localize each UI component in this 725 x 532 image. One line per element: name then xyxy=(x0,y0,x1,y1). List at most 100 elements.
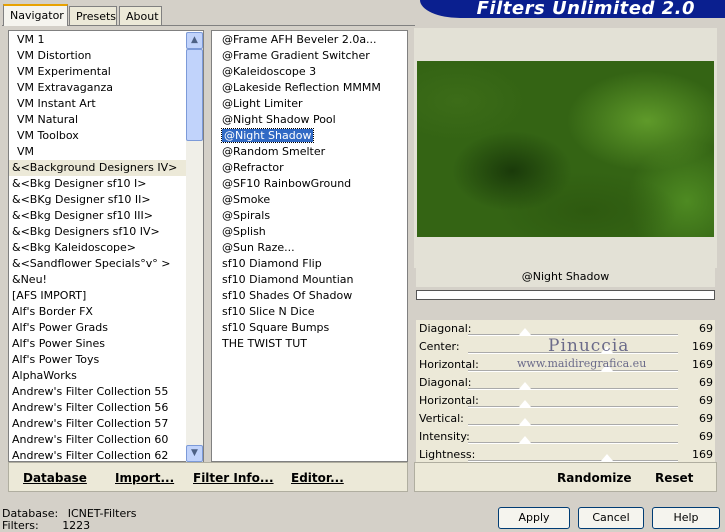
filter-item[interactable]: @Random Smelter xyxy=(220,144,407,160)
slider-thumb[interactable] xyxy=(518,382,531,389)
filter-item[interactable]: @Sun Raze... xyxy=(220,240,407,256)
tab-navigator[interactable]: Navigator xyxy=(3,4,68,26)
category-item[interactable]: &<Sandflower Specials°v° > xyxy=(9,256,203,272)
filter-item[interactable]: @Kaleidoscope 3 xyxy=(220,64,407,80)
filter-item-label: @Refractor xyxy=(222,161,284,174)
filter-item[interactable]: THE TWIST TUT xyxy=(220,336,407,352)
category-item[interactable]: VM Instant Art xyxy=(9,96,203,112)
filter-item[interactable]: @Night Shadow xyxy=(220,128,407,144)
left-toolbar: Database Import... Filter Info... Editor… xyxy=(8,462,408,492)
filter-item[interactable]: @Night Shadow Pool xyxy=(220,112,407,128)
cancel-button[interactable]: Cancel xyxy=(578,507,644,529)
slider-thumb[interactable] xyxy=(518,328,531,335)
filter-item[interactable]: @Light Limiter xyxy=(220,96,407,112)
slider-track[interactable] xyxy=(468,424,678,426)
category-item[interactable]: VM Experimental xyxy=(9,64,203,80)
filter-item-label: sf10 Diamond Flip xyxy=(222,257,322,270)
filter-item[interactable]: @Splish xyxy=(220,224,407,240)
category-item[interactable]: Andrew's Filter Collection 55 xyxy=(9,384,203,400)
slider-row[interactable]: Diagonal: 69 xyxy=(416,374,715,392)
filter-item[interactable]: sf10 Slice N Dice xyxy=(220,304,407,320)
slider-row[interactable]: Vertical: 69 xyxy=(416,410,715,428)
filter-item-label: THE TWIST TUT xyxy=(222,337,307,350)
filter-list[interactable]: @Frame AFH Beveler 2.0a... @Frame Gradien… xyxy=(212,31,407,352)
category-item[interactable]: VM Distortion xyxy=(9,48,203,64)
tab-about[interactable]: About xyxy=(119,6,162,26)
category-item[interactable]: Alf's Border FX xyxy=(9,304,203,320)
category-item[interactable]: Alf's Power Toys xyxy=(9,352,203,368)
filter-item-label: @Lakeside Reflection MMMM xyxy=(222,81,381,94)
slider-label: Intensity: xyxy=(419,430,470,443)
current-filter-name: @Night Shadow xyxy=(416,267,715,287)
category-item[interactable]: AlphaWorks xyxy=(9,368,203,384)
category-item[interactable]: &<Bkg Designer sf10 III> xyxy=(9,208,203,224)
slider-thumb[interactable] xyxy=(600,454,613,461)
slider-track[interactable] xyxy=(468,370,678,372)
category-item[interactable]: Alf's Power Sines xyxy=(9,336,203,352)
filter-item[interactable]: @Frame AFH Beveler 2.0a... xyxy=(220,32,407,48)
filter-item-label: @Smoke xyxy=(222,193,271,206)
slider-row[interactable]: Horizontal: 69 xyxy=(416,392,715,410)
category-item[interactable]: &<Bkg Kaleidoscope> xyxy=(9,240,203,256)
watermark-url: www.maidiregrafica.eu xyxy=(517,357,647,370)
right-toolbar: Randomize Reset xyxy=(414,462,717,492)
scroll-thumb[interactable] xyxy=(186,49,203,141)
slider-thumb[interactable] xyxy=(518,400,531,407)
scroll-down-icon[interactable]: ▼ xyxy=(186,445,203,462)
slider-value: 69 xyxy=(699,394,713,407)
category-item[interactable]: Andrew's Filter Collection 60 xyxy=(9,432,203,448)
slider-track[interactable] xyxy=(468,388,678,390)
preview-image xyxy=(417,61,714,237)
filter-item-label: @Frame AFH Beveler 2.0a... xyxy=(222,33,377,46)
filter-item[interactable]: @SF10 RainbowGround xyxy=(220,176,407,192)
filter-item[interactable]: @Frame Gradient Switcher xyxy=(220,48,407,64)
slider-track[interactable] xyxy=(468,442,678,444)
filter-item[interactable]: @Refractor xyxy=(220,160,407,176)
tab-presets[interactable]: Presets xyxy=(69,6,117,26)
reset-button[interactable]: Reset xyxy=(655,471,693,485)
slider-label: Vertical: xyxy=(419,412,464,425)
filter-item-label: @Sun Raze... xyxy=(222,241,295,254)
slider-row[interactable]: Intensity: 69 xyxy=(416,428,715,446)
category-item[interactable]: VM Natural xyxy=(9,112,203,128)
category-item[interactable]: VM xyxy=(9,144,203,160)
editor-button[interactable]: Editor... xyxy=(291,471,344,485)
filter-item[interactable]: @Lakeside Reflection MMMM xyxy=(220,80,407,96)
category-item[interactable]: VM Extravaganza xyxy=(9,80,203,96)
watermark: Pinuccia xyxy=(548,336,630,356)
apply-button[interactable]: Apply xyxy=(498,507,570,529)
slider-track[interactable] xyxy=(468,406,678,408)
filter-item-label: @SF10 RainbowGround xyxy=(222,177,352,190)
category-item[interactable]: Alf's Power Grads xyxy=(9,320,203,336)
category-item[interactable]: VM 1 xyxy=(9,32,203,48)
category-item[interactable]: &<BKg Designer sf10 II> xyxy=(9,192,203,208)
database-button[interactable]: Database xyxy=(23,471,87,485)
category-item[interactable]: Andrew's Filter Collection 57 xyxy=(9,416,203,432)
category-list[interactable]: VM 1 VM Distortion VM Experimental VM Extra… xyxy=(9,31,203,464)
category-item[interactable]: [AFS IMPORT] xyxy=(9,288,203,304)
category-scrollbar[interactable]: ▲ ▼ xyxy=(186,32,203,462)
category-item[interactable]: &<Bkg Designer sf10 I> xyxy=(9,176,203,192)
category-item[interactable]: Andrew's Filter Collection 56 xyxy=(9,400,203,416)
category-item[interactable]: &Neu! xyxy=(9,272,203,288)
category-item[interactable]: VM Toolbox xyxy=(9,128,203,144)
filter-item[interactable]: sf10 Square Bumps xyxy=(220,320,407,336)
filter-item[interactable]: @Smoke xyxy=(220,192,407,208)
help-button[interactable]: Help xyxy=(652,507,720,529)
slider-value: 69 xyxy=(699,322,713,335)
category-item[interactable]: &<Bkg Designers sf10 IV> xyxy=(9,224,203,240)
filter-info-button[interactable]: Filter Info... xyxy=(193,471,274,485)
status-filters: Filters: 1223 xyxy=(2,519,90,532)
randomize-button[interactable]: Randomize xyxy=(557,471,631,485)
import-button[interactable]: Import... xyxy=(115,471,174,485)
status-filters-value: 1223 xyxy=(62,519,91,532)
filter-item[interactable]: sf10 Shades Of Shadow xyxy=(220,288,407,304)
category-item[interactable]: &<Background Designers IV> xyxy=(9,160,203,176)
filter-item-label: sf10 Shades Of Shadow xyxy=(222,289,353,302)
slider-thumb[interactable] xyxy=(518,436,531,443)
filter-item[interactable]: @Spirals xyxy=(220,208,407,224)
slider-thumb[interactable] xyxy=(518,418,531,425)
scroll-up-icon[interactable]: ▲ xyxy=(186,32,203,49)
filter-item[interactable]: sf10 Diamond Flip xyxy=(220,256,407,272)
filter-item[interactable]: sf10 Diamond Mountian xyxy=(220,272,407,288)
